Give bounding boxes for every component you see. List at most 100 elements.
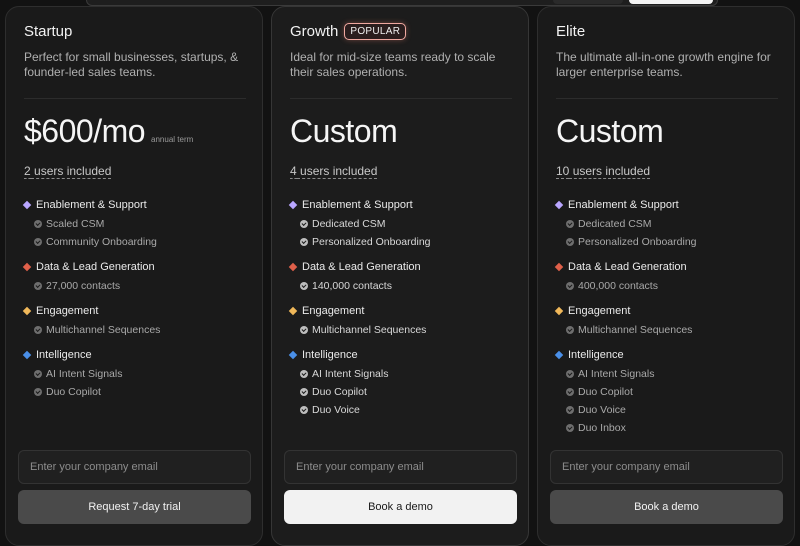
feature-group-data: Data & Lead Generation 27,000 contacts <box>22 259 252 295</box>
request-trial-button[interactable]: Request 7-day trial <box>18 490 251 524</box>
feature-group-intelligence: Intelligence AI Intent Signals Duo Copil… <box>22 347 252 401</box>
company-email-input[interactable] <box>284 450 517 484</box>
feature-label: Duo Voice <box>312 404 360 416</box>
feature-item: Duo Copilot <box>288 383 518 401</box>
group-title: Engagement <box>568 305 631 317</box>
feature-group-engagement: Engagement Multichannel Sequences <box>288 303 518 339</box>
users-included[interactable]: 2 users included <box>24 164 112 179</box>
check-icon <box>300 220 308 228</box>
feature-group-data: Data & Lead Generation 140,000 contacts <box>288 259 518 295</box>
feature-item: Multichannel Sequences <box>22 321 252 339</box>
feature-label: Scaled CSM <box>46 218 105 230</box>
plan-price: Custom <box>556 113 664 150</box>
feature-item: AI Intent Signals <box>22 365 252 383</box>
company-email-input[interactable] <box>18 450 251 484</box>
feature-label: Multichannel Sequences <box>46 324 161 336</box>
feature-label: Duo Copilot <box>578 386 633 398</box>
feature-list: Enablement & Support Scaled CSM Communit… <box>22 197 252 409</box>
feature-list: Enablement & Support Dedicated CSM Perso… <box>554 197 784 445</box>
feature-item: Dedicated CSM <box>554 215 784 233</box>
feature-group-engagement: Engagement Multichannel Sequences <box>22 303 252 339</box>
group-title: Intelligence <box>302 349 358 361</box>
feature-item: Dedicated CSM <box>288 215 518 233</box>
diamond-icon <box>554 262 564 272</box>
diamond-icon <box>22 350 32 360</box>
diamond-icon <box>554 200 564 210</box>
plan-header: Startup <box>24 23 72 40</box>
check-icon <box>566 388 574 396</box>
check-icon <box>566 220 574 228</box>
plan-name: Growth <box>290 23 339 40</box>
check-icon <box>300 282 308 290</box>
company-email-input[interactable] <box>550 450 783 484</box>
diamond-icon <box>288 262 298 272</box>
feature-label: Duo Copilot <box>312 386 367 398</box>
check-icon <box>566 424 574 432</box>
diamond-icon <box>554 350 564 360</box>
diamond-icon <box>22 262 32 272</box>
book-demo-button[interactable]: Book a demo <box>550 490 783 524</box>
toggle-option-inactive[interactable] <box>553 0 623 4</box>
group-title: Enablement & Support <box>302 199 413 211</box>
check-icon <box>300 388 308 396</box>
feature-label: Personalized Onboarding <box>312 236 431 248</box>
pricing-card-elite: Elite The ultimate all-in-one growth eng… <box>537 6 795 546</box>
check-icon <box>300 238 308 246</box>
check-icon <box>566 370 574 378</box>
check-icon <box>300 406 308 414</box>
feature-item: AI Intent Signals <box>288 365 518 383</box>
pricing-card-startup: Startup Perfect for small businesses, st… <box>5 6 263 546</box>
users-count: 4 <box>290 164 297 179</box>
price-term: annual term <box>151 135 194 144</box>
feature-label: Dedicated CSM <box>312 218 386 230</box>
group-title: Intelligence <box>568 349 624 361</box>
feature-label: AI Intent Signals <box>578 368 655 380</box>
plan-price: Custom <box>290 113 398 150</box>
users-included[interactable]: 4 users included <box>290 164 378 179</box>
check-icon <box>34 370 42 378</box>
check-icon <box>300 326 308 334</box>
feature-item: Multichannel Sequences <box>288 321 518 339</box>
plan-price: $600/mo annual term <box>24 113 193 150</box>
price-value: Custom <box>290 113 398 149</box>
check-icon <box>566 282 574 290</box>
book-demo-button[interactable]: Book a demo <box>284 490 517 524</box>
feature-group-intelligence: Intelligence AI Intent Signals Duo Copil… <box>554 347 784 437</box>
diamond-icon <box>288 350 298 360</box>
feature-group-data: Data & Lead Generation 400,000 contacts <box>554 259 784 295</box>
group-title: Intelligence <box>36 349 92 361</box>
feature-label: Dedicated CSM <box>578 218 652 230</box>
diamond-icon <box>288 306 298 316</box>
users-label: users included <box>30 164 112 179</box>
group-title: Enablement & Support <box>568 199 679 211</box>
feature-item: 140,000 contacts <box>288 277 518 295</box>
feature-label: AI Intent Signals <box>312 368 389 380</box>
users-included[interactable]: 10 users included <box>556 164 651 179</box>
feature-group-intelligence: Intelligence AI Intent Signals Duo Copil… <box>288 347 518 419</box>
feature-label: 27,000 contacts <box>46 280 121 292</box>
divider <box>556 98 778 99</box>
feature-label: Multichannel Sequences <box>578 324 693 336</box>
feature-label: 400,000 contacts <box>578 280 658 292</box>
feature-label: Duo Copilot <box>46 386 101 398</box>
users-count: 10 <box>556 164 570 179</box>
feature-item: Scaled CSM <box>22 215 252 233</box>
feature-item: Duo Inbox <box>554 419 784 437</box>
toggle-option-active[interactable] <box>629 0 713 4</box>
feature-item: Duo Copilot <box>22 383 252 401</box>
feature-label: AI Intent Signals <box>46 368 123 380</box>
popular-badge: POPULAR <box>344 23 407 40</box>
plan-name: Startup <box>24 23 73 40</box>
feature-item: Personalized Onboarding <box>288 233 518 251</box>
feature-item: AI Intent Signals <box>554 365 784 383</box>
check-icon <box>34 388 42 396</box>
feature-group-enablement: Enablement & Support Scaled CSM Communit… <box>22 197 252 251</box>
feature-item: Multichannel Sequences <box>554 321 784 339</box>
diamond-icon <box>288 200 298 210</box>
feature-item: Duo Copilot <box>554 383 784 401</box>
check-icon <box>34 220 42 228</box>
users-label: users included <box>569 164 651 179</box>
feature-item: Duo Voice <box>554 401 784 419</box>
feature-label: Multichannel Sequences <box>312 324 427 336</box>
group-title: Data & Lead Generation <box>36 261 155 273</box>
